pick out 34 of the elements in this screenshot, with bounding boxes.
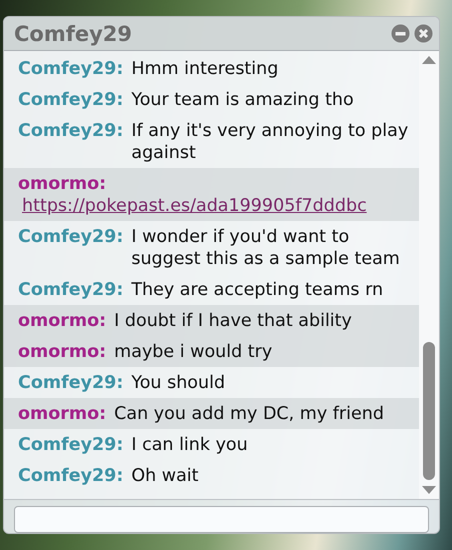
sender-name: Comfey29:	[18, 372, 124, 394]
minimize-button[interactable]	[391, 24, 410, 43]
message-text: Oh wait	[131, 464, 200, 486]
window-title: Comfey29	[14, 22, 134, 46]
message-input-field[interactable]	[14, 506, 429, 533]
sender-name: Comfey29:	[18, 464, 124, 486]
message-link[interactable]: https://pokepast.es/ada199905f7dddbc	[22, 194, 367, 216]
message-text: I wonder if you'd want to suggest this as a sample team	[131, 226, 401, 270]
message-text: If any it's very annoying to play against	[131, 120, 410, 164]
scroll-up-icon[interactable]	[422, 55, 436, 64]
scrollbar-thumb[interactable]	[423, 342, 435, 480]
sender-name: Comfey29:	[18, 88, 124, 110]
message-text: Hmm interesting	[131, 58, 280, 80]
minimize-icon	[391, 24, 410, 43]
sender-name: omormo:	[18, 340, 106, 362]
message-text: Your team is amazing tho	[131, 88, 355, 110]
sender-name: omormo:	[18, 310, 106, 332]
message-text: I can link you	[131, 434, 249, 456]
sender-name: Comfey29:	[18, 278, 124, 300]
message-text: You should	[131, 372, 226, 394]
close-button[interactable]	[414, 24, 433, 43]
message-text: maybe i would try	[114, 340, 274, 362]
message-text: Can you add my DC, my friend	[114, 402, 385, 424]
sender-name: Comfey29:	[18, 226, 124, 248]
sender-name: Comfey29:	[18, 434, 124, 456]
sender-name: omormo:	[18, 402, 106, 424]
sender-name: Comfey29:	[18, 58, 124, 80]
message-text: I doubt if I have that ability	[114, 310, 353, 332]
message-text: They are accepting teams rn	[131, 278, 384, 300]
sender-name: Comfey29:	[18, 120, 124, 142]
scrollbar[interactable]	[419, 51, 439, 499]
sender-name: omormo:	[18, 172, 106, 194]
scroll-down-icon[interactable]	[422, 486, 436, 495]
close-icon	[414, 24, 433, 43]
